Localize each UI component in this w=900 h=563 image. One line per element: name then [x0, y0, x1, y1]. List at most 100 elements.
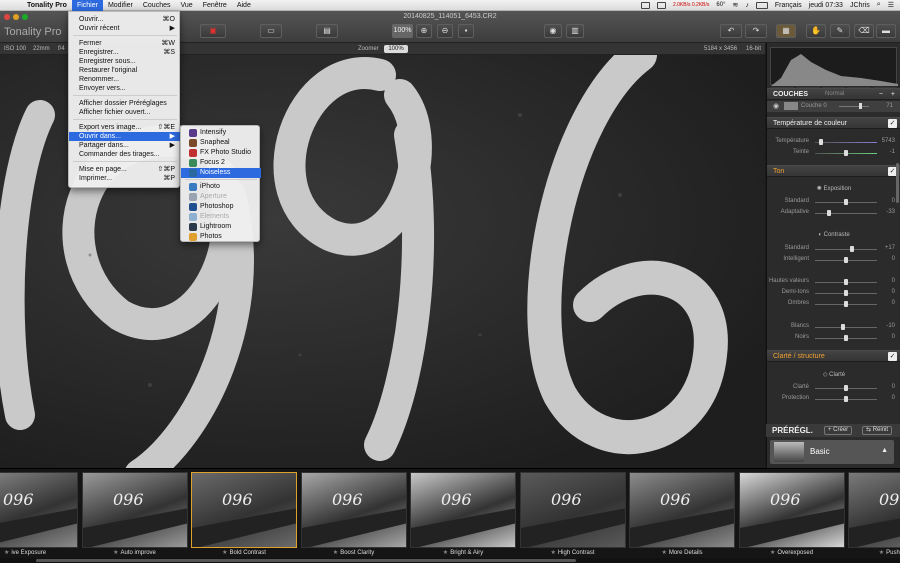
file-menu-item-partager-dans[interactable]: Partager dans... ▶	[69, 141, 181, 150]
star-icon[interactable]: ★	[4, 550, 9, 556]
file-menu-item-commander-des-tirages[interactable]: Commander des tirages...	[69, 150, 181, 159]
undo-icon[interactable]: ↶	[720, 24, 742, 38]
slider-track[interactable]	[815, 327, 877, 328]
crop-icon[interactable]: ▭	[260, 24, 282, 38]
menu-fichier[interactable]: Fichier	[71, 0, 103, 11]
create-preset-button[interactable]: + Créer	[824, 426, 853, 435]
slider-knob[interactable]	[844, 335, 848, 341]
preset-thumb-high-contrast[interactable]: 096	[519, 472, 626, 548]
zoom-in-icon[interactable]: ⊕	[416, 24, 432, 38]
file-menu-item-enregistrer[interactable]: Enregistrer... ⌘S	[69, 48, 181, 57]
preset-thumb-bold-contrast[interactable]: 096	[191, 472, 297, 548]
compare-icon[interactable]: ▣	[200, 24, 226, 38]
layer-opacity-track[interactable]	[839, 106, 869, 107]
submenu-item-iphoto[interactable]: iPhoto	[181, 182, 261, 192]
file-menu-item-enregistrer-sous[interactable]: Enregistrer sous...	[69, 57, 181, 66]
star-icon[interactable]: ★	[550, 550, 555, 556]
split-view-icon[interactable]: ▥	[566, 24, 584, 38]
slider-knob[interactable]	[819, 139, 824, 145]
menu-fenetre[interactable]: Fenêtre	[198, 0, 232, 11]
star-icon[interactable]: ★	[113, 550, 118, 556]
slider-knob[interactable]	[850, 246, 855, 252]
histogram-view-icon[interactable]: ▦	[776, 24, 796, 38]
battery-icon[interactable]	[755, 1, 768, 9]
submenu-item-focus-2[interactable]: Focus 2	[181, 158, 261, 168]
menu-couches[interactable]: Couches	[138, 0, 176, 11]
slider-knob[interactable]	[844, 301, 848, 307]
submenu-item-snapheal[interactable]: Snapheal	[181, 138, 261, 148]
spotlight-icon[interactable]: ⌕	[877, 1, 881, 9]
slider-knob[interactable]	[844, 290, 848, 296]
eye-preview-icon[interactable]: ◉	[544, 24, 562, 38]
submenu-item-photoshop[interactable]: Photoshop	[181, 202, 261, 212]
hand-tool-icon[interactable]: ✋	[806, 24, 826, 38]
submenu-item-aperture[interactable]: Aperture	[181, 192, 261, 202]
slider-knob[interactable]	[840, 324, 845, 330]
panel-toggle-icon[interactable]: ▬	[876, 24, 896, 38]
layers-header[interactable]: COUCHES Normal − +	[767, 88, 900, 100]
slider-knob[interactable]	[826, 210, 831, 216]
file-menu-item-envoyer-vers[interactable]: Envoyer vers...	[69, 84, 181, 93]
status-icon[interactable]	[656, 1, 666, 9]
layer-opacity-knob[interactable]	[859, 103, 862, 109]
zoom-window-button[interactable]	[22, 14, 28, 20]
zoom-select[interactable]: 100%	[384, 45, 408, 53]
file-menu-item-renommer[interactable]: Renommer...	[69, 75, 181, 84]
filmstrip-scrollbar[interactable]	[0, 558, 900, 563]
notifications-icon[interactable]: ☰	[888, 1, 894, 9]
preset-thumb-auto-improve[interactable]: 096	[81, 472, 188, 548]
blend-mode[interactable]: Normal	[825, 89, 844, 100]
panel-scrollbar[interactable]	[896, 163, 899, 203]
file-menu-item-ouvrir-dans[interactable]: Ouvrir dans... ▶	[69, 132, 181, 141]
redo-icon[interactable]: ↷	[745, 24, 767, 38]
preset-thumb-overexposed[interactable]: 096	[738, 472, 845, 548]
file-menu-item-fermer[interactable]: Fermer ⌘W	[69, 39, 181, 48]
user-name[interactable]: JChris	[850, 2, 870, 9]
slider-knob[interactable]	[844, 150, 848, 156]
preset-selector[interactable]: Basic ▲	[770, 440, 894, 464]
preset-thumb-bright-airy[interactable]: 096	[410, 472, 516, 548]
dropbox-icon[interactable]	[640, 1, 650, 9]
menu-modifier[interactable]: Modifier	[103, 0, 138, 11]
star-icon[interactable]: ★	[879, 550, 884, 556]
wifi-icon[interactable]: ≋	[732, 1, 738, 9]
fit-icon[interactable]: ▤	[316, 24, 338, 38]
slider-track[interactable]	[815, 213, 877, 214]
slider-knob[interactable]	[844, 385, 848, 391]
section-temperature[interactable]: Température de couleur ✓	[767, 117, 900, 129]
menu-aide[interactable]: Aide	[232, 0, 256, 11]
brush-tool-icon[interactable]: ✎	[830, 24, 850, 38]
preset-thumb-more-details[interactable]: 096	[629, 472, 735, 548]
file-menu-item-afficher-fichier-ouvert[interactable]: Afficher fichier ouvert...	[69, 108, 181, 117]
submenu-item-lightroom[interactable]: Lightroom	[181, 222, 261, 232]
file-menu-item-afficher-dossier-prereglages[interactable]: Afficher dossier Préréglages	[69, 99, 181, 108]
slider-knob[interactable]	[844, 257, 848, 263]
file-menu-item-export-vers-image[interactable]: Export vers image... ⇧⌘E	[69, 123, 181, 132]
slider-track[interactable]	[815, 249, 877, 250]
menu-vue[interactable]: Vue	[176, 0, 198, 11]
slider-knob[interactable]	[844, 396, 848, 402]
submenu-item-elements[interactable]: Elements	[181, 212, 261, 222]
reset-preset-button[interactable]: ⇆ Réinit	[862, 426, 893, 435]
preset-thumb-push-process[interactable]: 096	[848, 472, 900, 548]
submenu-item-noiseless[interactable]: Noiseless	[181, 168, 261, 178]
remove-layer-button[interactable]: −	[879, 89, 883, 100]
layer-visibility-icon[interactable]: ◉	[773, 102, 779, 110]
star-icon[interactable]: ★	[222, 550, 227, 556]
star-icon[interactable]: ★	[333, 550, 338, 556]
zoom-100-button[interactable]: 100%	[392, 24, 413, 38]
slider-track[interactable]	[815, 142, 877, 143]
file-menu-item-restaurer-l-original[interactable]: Restaurer l'original	[69, 66, 181, 75]
section-clarte-checkbox[interactable]: ✓	[888, 352, 897, 361]
clock[interactable]: jeudi 07:33	[809, 2, 843, 9]
section-temperature-checkbox[interactable]: ✓	[888, 119, 897, 128]
file-menu-item-ouvrir-recent[interactable]: Ouvrir récent ▶	[69, 24, 181, 33]
fit-screen-icon[interactable]: ▪	[458, 24, 474, 38]
slider-knob[interactable]	[844, 279, 848, 285]
submenu-item-photos[interactable]: Photos	[181, 232, 261, 242]
volume-icon[interactable]: ♪	[745, 2, 749, 9]
star-icon[interactable]: ★	[770, 550, 775, 556]
submenu-item-intensify[interactable]: Intensify	[181, 128, 261, 138]
eraser-tool-icon[interactable]: ⌫	[854, 24, 874, 38]
submenu-item-fx-photo-studio[interactable]: FX Photo Studio	[181, 148, 261, 158]
